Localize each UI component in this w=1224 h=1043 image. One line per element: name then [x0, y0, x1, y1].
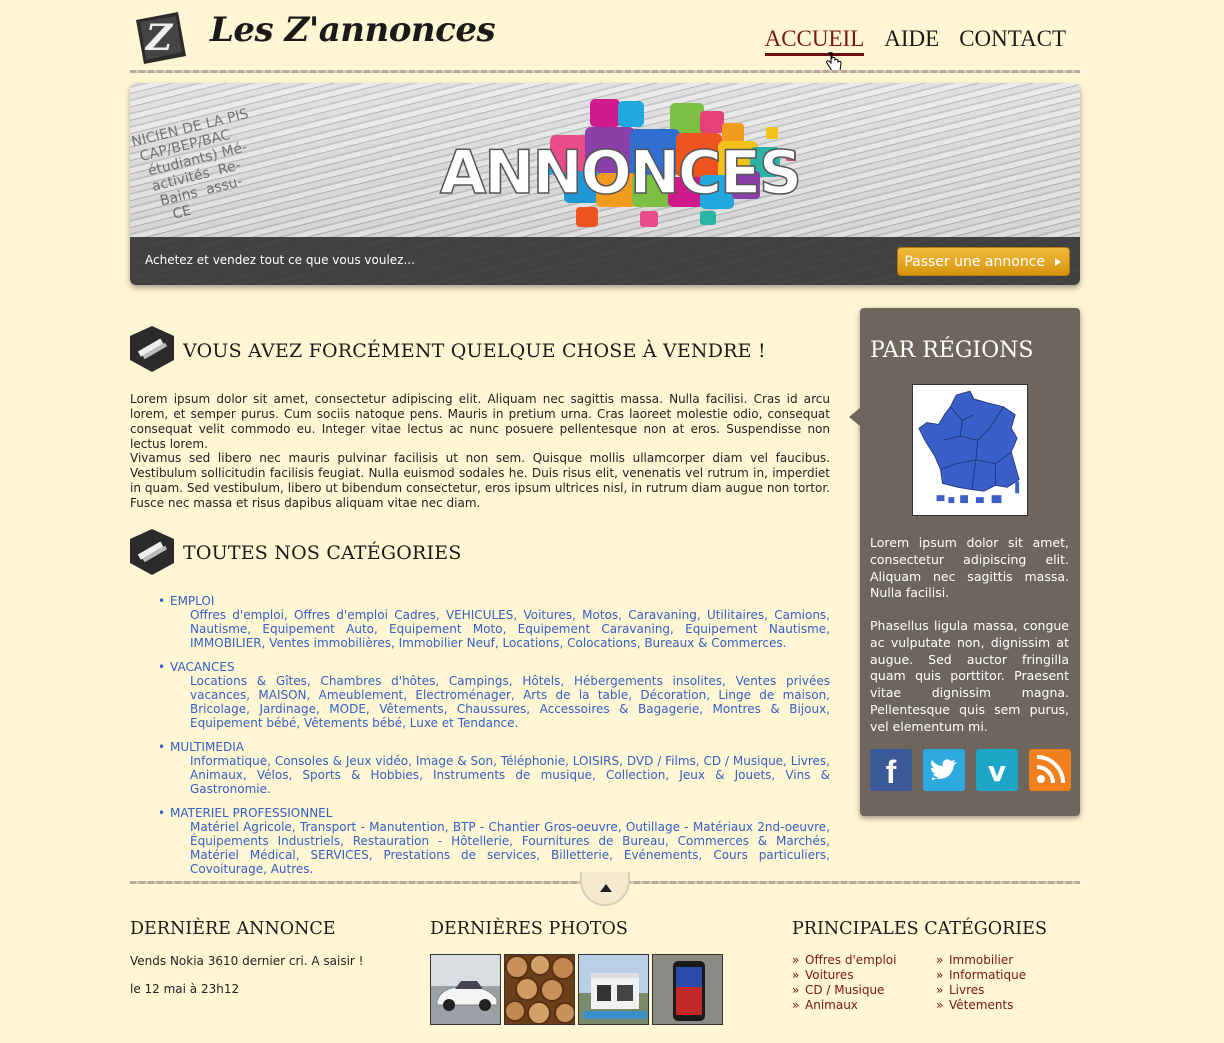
rss-icon[interactable]	[1029, 749, 1071, 791]
site-title[interactable]: Les Z'annonces	[210, 10, 496, 50]
intro-title: VOUS AVEZ FORCÉMENT QUELQUE CHOSE À VEND…	[183, 340, 766, 362]
sidebar-paragraph-1: Lorem ipsum dolor sit amet, consectetur …	[870, 535, 1069, 601]
category-link-materiel[interactable]: MATERIEL PROFESSIONNEL	[158, 806, 830, 820]
photo-thumb-wood[interactable]	[504, 954, 575, 1025]
category-item: MULTIMEDIA Informatique, Consoles & Jeux…	[158, 740, 830, 796]
footer-category-link[interactable]: Voitures	[792, 968, 896, 983]
clothespin-icon	[130, 326, 174, 372]
annonces-logo-art: ANNONCES	[439, 99, 803, 227]
nav-contact[interactable]: CONTACT	[959, 26, 1066, 56]
header-divider	[130, 70, 1080, 73]
category-item: VACANCES Locations & Gîtes, Chambres d'h…	[158, 660, 830, 730]
category-link-multimedia[interactable]: MULTIMEDIA	[158, 740, 830, 754]
france-map-icon	[918, 390, 1020, 504]
footer-category-link[interactable]: Immobilier	[936, 953, 1026, 968]
category-list: EMPLOI Offres d'emploi, Offres d'emploi …	[158, 594, 830, 886]
nav-aide[interactable]: AIDE	[884, 26, 939, 56]
svg-text:f: f	[886, 754, 897, 790]
footer-category-link[interactable]: Offres d'emploi	[792, 953, 896, 968]
sidebar-paragraph-2: Phasellus ligula massa, congue ac vulput…	[870, 618, 1069, 734]
sidebar-title: PAR RÉGIONS	[870, 338, 1034, 363]
logo-icon[interactable]: Z	[130, 8, 188, 66]
footer-category-link[interactable]: Informatique	[936, 968, 1026, 983]
footer-category-link[interactable]: Livres	[936, 983, 1026, 998]
photo-thumb-car[interactable]	[430, 954, 501, 1025]
main-nav: ACCUEIL AIDE CONTACT	[764, 26, 1066, 56]
last-ad-title: DERNIÈRE ANNONCE	[130, 919, 336, 939]
site-header: Z Les Z'annonces ACCUEIL AIDE CONTACT	[130, 0, 1080, 74]
category-item: MATERIEL PROFESSIONNEL Matériel Agricole…	[158, 806, 830, 876]
last-ad-date: le 12 mai à 23h12	[130, 982, 240, 996]
photo-gallery	[430, 954, 723, 1025]
subcategory-links[interactable]: Matériel Agricole, Transport - Manutenti…	[158, 820, 830, 876]
twitter-icon[interactable]	[923, 749, 965, 791]
banner-caption-bar: Achetez et vendez tout ce que vous voule…	[130, 237, 1080, 285]
vimeo-icon[interactable]: v	[976, 749, 1018, 791]
category-item: EMPLOI Offres d'emploi, Offres d'emploi …	[158, 594, 830, 650]
footer-category-link[interactable]: CD / Musique	[792, 983, 896, 998]
main-categories-title: PRINCIPALES CATÉGORIES	[792, 919, 1047, 939]
svg-text:v: v	[988, 755, 1006, 788]
photo-thumb-phone[interactable]	[652, 954, 723, 1025]
hero-banner: NICIEN DE LA PIS CAP/BEP/BAC étudiants) …	[130, 83, 1080, 285]
scroll-to-top-button[interactable]	[580, 872, 630, 906]
category-link-vacances[interactable]: VACANCES	[158, 660, 830, 674]
category-link-emploi[interactable]: EMPLOI	[158, 594, 830, 608]
last-photos-title: DERNIÈRES PHOTOS	[430, 919, 628, 939]
subcategory-links[interactable]: Informatique, Consoles & Jeux vidéo, Ima…	[158, 754, 830, 796]
intro-paragraph-2: Vivamus sed libero nec mauris pulvinar f…	[130, 451, 830, 510]
last-ad-text[interactable]: Vends Nokia 3610 dernier cri. A saisir !	[130, 954, 363, 968]
subcategory-links[interactable]: Locations & Gîtes, Chambres d'hôtes, Cam…	[158, 674, 830, 730]
svg-text:Z: Z	[144, 17, 174, 59]
france-map[interactable]	[912, 384, 1028, 516]
intro-paragraph-1: Lorem ipsum dolor sit amet, consectetur …	[130, 392, 830, 451]
social-links: f v	[870, 749, 1071, 791]
facebook-icon[interactable]: f	[870, 749, 912, 791]
subcategory-links[interactable]: Offres d'emploi, Offres d'emploi Cadres,…	[158, 608, 830, 650]
nav-accueil[interactable]: ACCUEIL	[764, 26, 865, 56]
clothespin-icon	[130, 529, 174, 575]
categories-title: TOUTES NOS CATÉGORIES	[183, 542, 462, 564]
banner-headline: ANNONCES	[440, 138, 800, 208]
photo-thumb-house[interactable]	[578, 954, 649, 1025]
regions-sidebar: PAR RÉGIONS Lorem ipsum dolor sit amet, …	[849, 308, 1080, 816]
footer-category-link[interactable]: Vêtements	[936, 998, 1026, 1013]
banner-tagline: Achetez et vendez tout ce que vous voule…	[145, 253, 415, 267]
main-categories-col-1: Offres d'emploi Voitures CD / Musique An…	[792, 953, 896, 1013]
post-ad-button[interactable]: Passer une annonce	[897, 247, 1070, 276]
footer-category-link[interactable]: Animaux	[792, 998, 896, 1013]
main-categories-col-2: Immobilier Informatique Livres Vêtements	[936, 953, 1026, 1013]
